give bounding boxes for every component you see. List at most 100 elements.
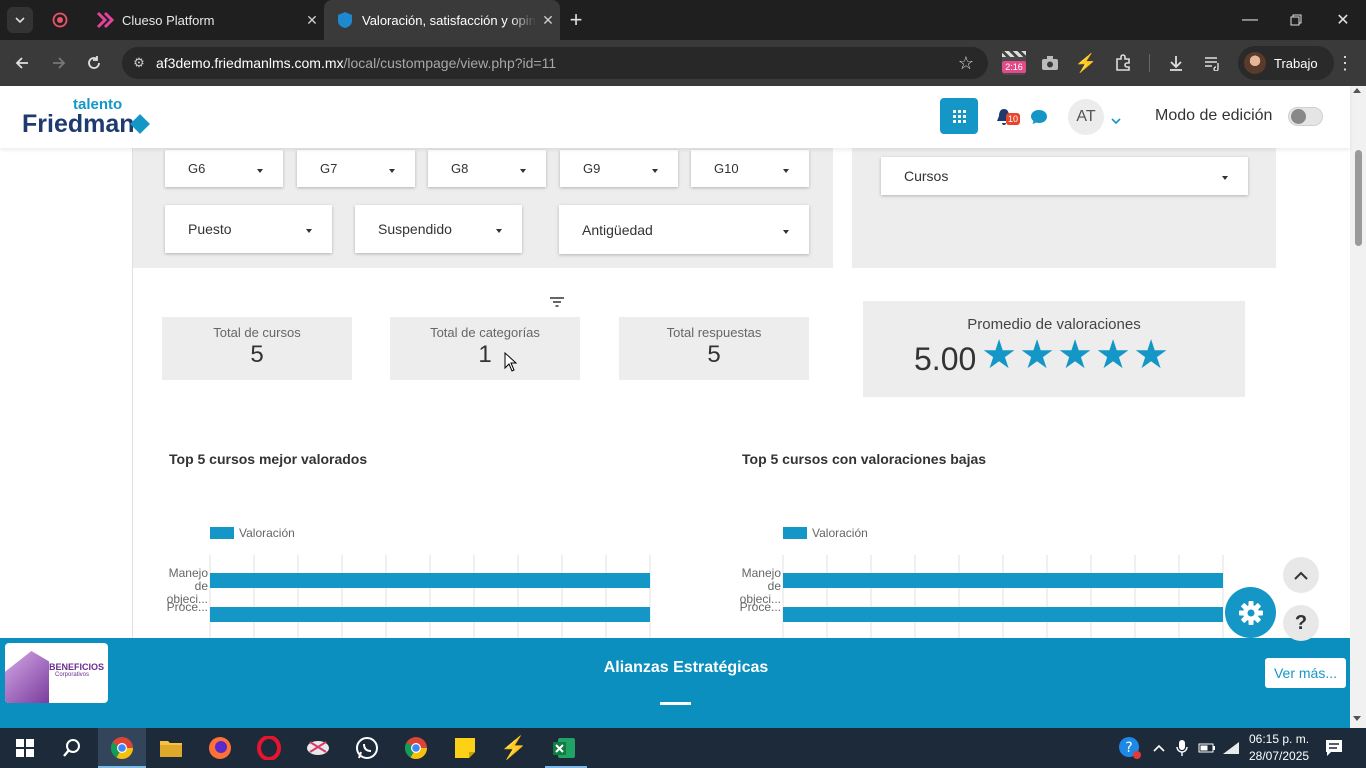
chevron-up-icon [1294, 571, 1308, 580]
settings-gear-button[interactable] [1225, 587, 1276, 638]
select-value: G7 [320, 161, 338, 176]
help-tray-icon[interactable]: ? [1116, 734, 1144, 762]
notification-count-badge: 10 [1006, 113, 1021, 125]
record-icon[interactable] [47, 7, 73, 33]
notifications-bell-icon[interactable]: 10 [996, 108, 1021, 130]
filter-toggle-icon[interactable] [549, 295, 565, 313]
ver-mas-button[interactable]: Ver más... [1265, 658, 1346, 688]
scroll-up-arrow-icon[interactable] [1353, 88, 1361, 93]
scroll-down-arrow-icon[interactable] [1353, 716, 1361, 721]
close-tab-icon[interactable]: ✕ [536, 12, 560, 29]
browser-menu-icon[interactable]: ⋮ [1332, 50, 1358, 76]
new-tab-icon[interactable]: + [563, 7, 589, 33]
extension-badge: 2:16 [1002, 61, 1026, 73]
media-control-icon[interactable] [1200, 50, 1226, 76]
page-scrollbar[interactable] [1350, 86, 1366, 728]
carousel-indicator[interactable] [660, 702, 691, 705]
lightning-extension-icon[interactable]: ⚡ [1073, 50, 1099, 76]
address-bar[interactable]: ⚙ af3demo.friedmanlms.com.mx /local/cust… [122, 47, 988, 79]
chrome-icon[interactable] [108, 734, 136, 762]
close-tab-icon[interactable]: ✕ [300, 12, 324, 29]
search-icon[interactable] [58, 734, 86, 762]
filter-g10-select[interactable]: G10 [691, 150, 809, 187]
scrollbar-thumb[interactable] [1355, 150, 1362, 246]
apps-grid-button[interactable] [940, 98, 978, 134]
restore-icon[interactable] [1283, 7, 1309, 33]
lightning-app-icon[interactable]: ⚡ [500, 734, 528, 762]
filter-puesto-select[interactable]: Puesto [165, 205, 332, 253]
camera-icon[interactable] [1037, 50, 1063, 76]
back-arrow-icon[interactable] [9, 50, 35, 76]
user-menu-chevron-down-icon[interactable] [1111, 112, 1121, 130]
windows-start-icon[interactable] [11, 734, 39, 762]
rating-stars: ★ ★ ★ ★ ★ [980, 333, 1170, 377]
scroll-to-top-button[interactable] [1283, 557, 1319, 593]
edit-mode-toggle[interactable] [1288, 107, 1323, 126]
file-explorer-icon[interactable] [157, 734, 185, 762]
close-window-icon[interactable]: ✕ [1330, 7, 1356, 33]
gear-icon [1238, 600, 1263, 625]
snipping-tool-icon[interactable] [304, 734, 332, 762]
select-value: G8 [451, 161, 469, 176]
select-value: G6 [188, 161, 206, 176]
edit-mode-label: Modo de edición [1155, 107, 1273, 124]
bookmark-star-icon[interactable]: ☆ [958, 53, 974, 74]
caret-down-icon [783, 229, 789, 234]
sticky-notes-icon[interactable] [451, 734, 479, 762]
legend-swatch [783, 527, 807, 539]
microphone-icon[interactable] [1168, 734, 1196, 762]
notification-center-icon[interactable] [1320, 734, 1348, 762]
moodle-shield-icon [336, 11, 354, 29]
filter-suspendido-select[interactable]: Suspendido [355, 205, 522, 253]
kpi-total-respuestas: Total respuestas 5 [619, 317, 809, 380]
filter-g6-select[interactable]: G6 [165, 150, 283, 187]
caret-down-icon [257, 168, 263, 173]
taskbar-time[interactable]: 06:15 p. m. [1249, 732, 1309, 746]
profile-button[interactable]: Trabajo [1238, 46, 1334, 80]
bar[interactable] [783, 573, 1223, 588]
extensions-puzzle-icon[interactable] [1110, 50, 1136, 76]
opera-icon[interactable] [255, 734, 283, 762]
clueso-logo-icon [96, 11, 114, 29]
firefox-icon[interactable] [206, 734, 234, 762]
grid-icon [953, 110, 966, 123]
tab-list-chevron-icon[interactable] [7, 7, 33, 33]
svg-text:?: ? [1125, 740, 1132, 756]
reload-icon[interactable] [81, 50, 107, 76]
filter-g8-select[interactable]: G8 [428, 150, 546, 187]
legend-label: Valoración [812, 526, 868, 540]
whatsapp-icon[interactable] [353, 734, 381, 762]
forward-arrow-icon[interactable] [46, 50, 72, 76]
excel-icon[interactable] [550, 734, 578, 762]
chart-title-low: Top 5 cursos con valoraciones bajas [742, 451, 987, 467]
bar-chart-svg: ValoraciónManejo de objeci...Proce... [167, 526, 651, 638]
help-button[interactable]: ? [1283, 605, 1319, 641]
minimize-icon[interactable]: — [1237, 7, 1263, 33]
kpi-value: 1 [478, 341, 492, 368]
user-avatar[interactable]: AT [1068, 99, 1104, 135]
star-icon: ★ [1057, 333, 1093, 377]
user-initials: AT [1076, 108, 1096, 125]
profile-avatar [1244, 52, 1266, 74]
downloads-icon[interactable] [1163, 50, 1189, 76]
bar[interactable] [210, 607, 650, 622]
select-value: Puesto [188, 221, 232, 237]
filter-g7-select[interactable]: G7 [297, 150, 415, 187]
filter-g9-select[interactable]: G9 [560, 150, 678, 187]
tab-clueso[interactable]: Clueso Platform ✕ [84, 0, 324, 40]
caret-down-icon [1222, 176, 1228, 180]
filter-cursos-select[interactable]: Cursos [881, 157, 1248, 195]
site-info-icon[interactable]: ⚙ [122, 55, 156, 71]
category-label: Proce... [740, 600, 781, 614]
extension-clapper-icon[interactable]: 2:16 [1001, 50, 1027, 76]
messages-chat-icon[interactable] [1030, 108, 1048, 131]
chrome-2-icon[interactable] [402, 734, 430, 762]
tab-valoracion[interactable]: Valoración, satisfacción y opinión ✕ [324, 0, 560, 40]
filter-antiguedad-select[interactable]: Antigüedad [559, 205, 809, 254]
taskbar-date[interactable]: 28/07/2025 [1249, 749, 1309, 763]
bar[interactable] [783, 607, 1223, 622]
chart-valoraciones-bajas: Valoración Manejo de objeci... Proce... [733, 520, 1233, 638]
chart-title-top: Top 5 cursos mejor valorados [169, 451, 368, 467]
bar[interactable] [210, 573, 650, 588]
wifi-icon[interactable] [1217, 734, 1245, 762]
